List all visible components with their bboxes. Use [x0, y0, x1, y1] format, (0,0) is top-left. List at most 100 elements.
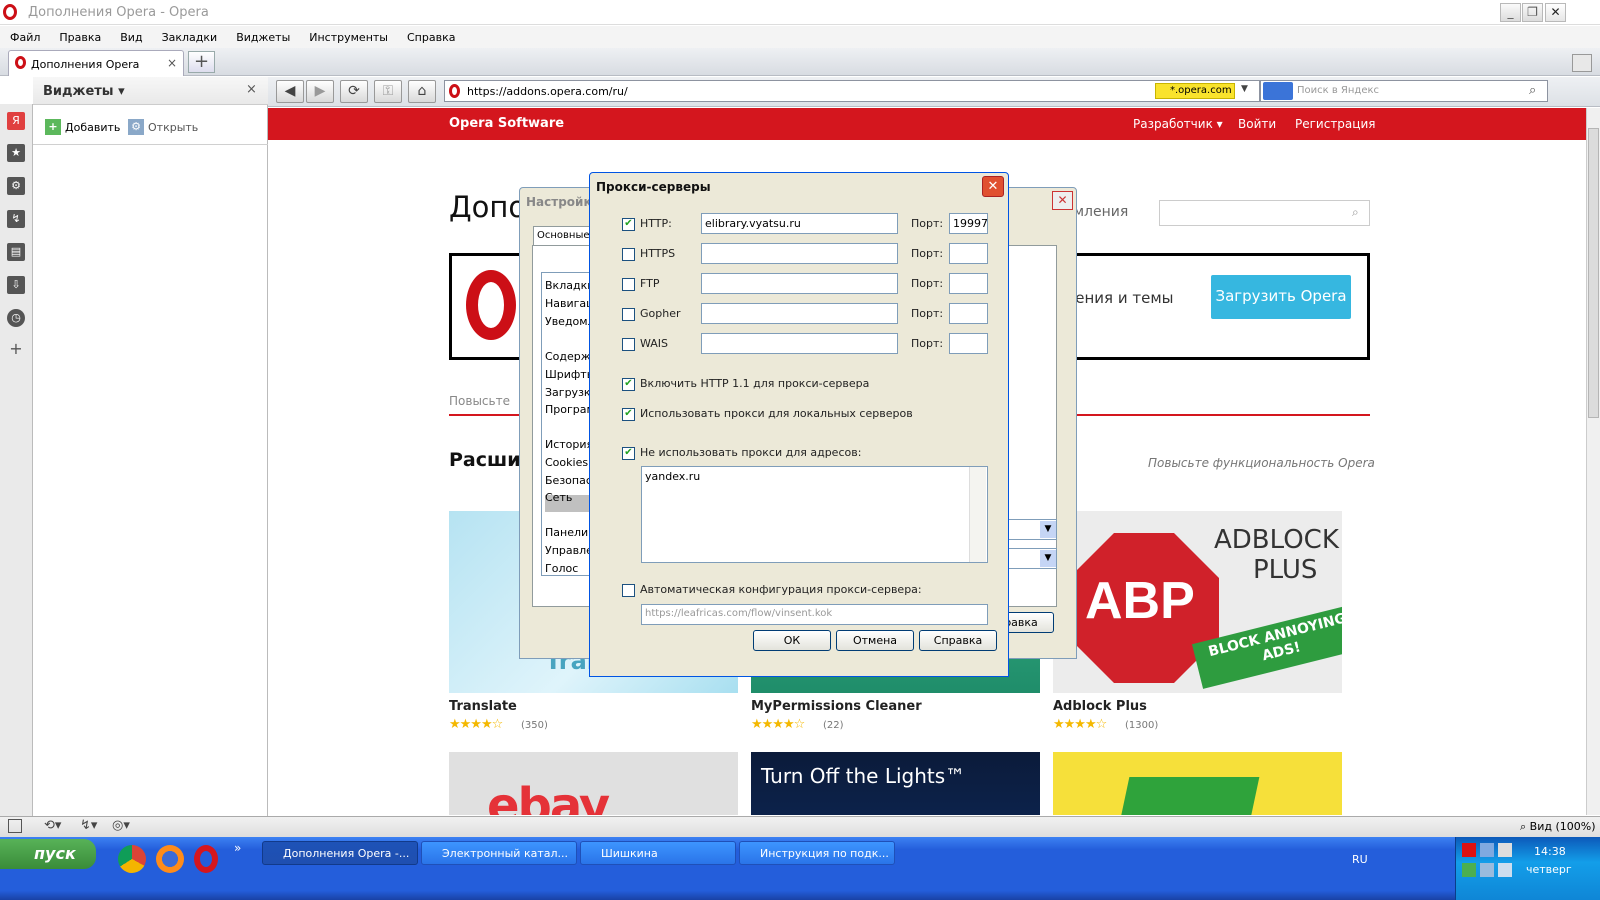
settings-category-list[interactable]: Вкладки Навигация Уведомления Содержимое…	[541, 272, 591, 576]
nav-login[interactable]: Войти	[1238, 117, 1276, 131]
widgets-panel-title[interactable]: Виджеты ▾	[43, 84, 125, 99]
card-adblock-image[interactable]: ABP ADBLOCK PLUS BLOCK ANNOYING ADS!	[1053, 511, 1342, 693]
gopher-port-field[interactable]	[949, 303, 988, 324]
ftp-host-field[interactable]	[701, 273, 898, 294]
reload-button[interactable]: ⟳	[340, 80, 368, 103]
monitor-icon[interactable]	[1480, 863, 1494, 877]
tray-app-icon[interactable]	[1498, 863, 1512, 877]
textarea-scrollbar[interactable]	[969, 467, 986, 562]
task-word-doc[interactable]: Инструкция по подк...	[739, 841, 895, 865]
address-dropdown-icon[interactable]: ▼	[1241, 84, 1248, 94]
agent-icon[interactable]	[1462, 863, 1476, 877]
menu-help[interactable]: Справка	[407, 31, 455, 44]
bookmarks-panel-icon[interactable]: ★	[7, 144, 25, 162]
tab-addons[interactable]: Дополнения Opera ×	[8, 50, 184, 76]
menu-view[interactable]: Вид	[120, 31, 142, 44]
exclude-checkbox[interactable]: ✔	[622, 447, 635, 460]
forward-button[interactable]: ▶	[306, 80, 334, 103]
wais-port-field[interactable]	[949, 333, 988, 354]
local-proxy-checkbox[interactable]: ✔	[622, 408, 635, 421]
add-widget-button[interactable]: + Добавить	[45, 119, 120, 135]
list-item[interactable]: Программы	[545, 403, 590, 416]
maximize-button[interactable]: ❐	[1522, 3, 1543, 22]
menu-file[interactable]: Файл	[10, 31, 40, 44]
autoconfig-url-field[interactable]: https://leafricas.com/flow/vinsent.kok	[641, 604, 988, 625]
wais-checkbox[interactable]	[622, 338, 635, 351]
language-indicator[interactable]: RU	[1352, 853, 1368, 866]
opera-icon[interactable]	[194, 845, 218, 873]
network-icon[interactable]	[1480, 843, 1494, 857]
menu-widgets[interactable]: Виджеты	[236, 31, 290, 44]
list-item[interactable]: Навигация	[545, 297, 590, 310]
wais-host-field[interactable]	[701, 333, 898, 354]
https-checkbox[interactable]	[622, 248, 635, 261]
open-widget-button[interactable]: ⚙ Открыть	[128, 119, 198, 135]
search-field[interactable]: Поиск в Яндекс ⌕	[1260, 80, 1548, 102]
settings-tab-main[interactable]: Основные	[533, 226, 593, 246]
http-port-field[interactable]: 19997	[949, 213, 988, 234]
page-scrollbar[interactable]	[1586, 108, 1600, 815]
https-port-field[interactable]	[949, 243, 988, 264]
menu-bookmarks[interactable]: Закладки	[162, 31, 218, 44]
start-button[interactable]: пуск	[0, 839, 96, 869]
nav-developer[interactable]: Разработчик ▾	[1133, 117, 1223, 131]
home-button[interactable]: ⌂	[408, 80, 436, 103]
tab-close-icon[interactable]: ×	[167, 56, 177, 70]
card-ebay-image[interactable]: ebay	[449, 752, 738, 815]
list-item[interactable]: Загрузки	[545, 386, 590, 399]
history-panel-icon[interactable]: ◷	[7, 309, 25, 327]
http-host-field[interactable]: elibrary.vyatsu.ru	[701, 213, 898, 234]
settings-close-icon[interactable]: ✕	[1052, 191, 1073, 210]
autoconfig-checkbox[interactable]	[622, 584, 635, 597]
close-window-button[interactable]: ✕	[1545, 3, 1566, 22]
ftp-checkbox[interactable]	[622, 278, 635, 291]
unite-icon[interactable]: ↯▾	[80, 818, 97, 833]
scrollbar-thumb[interactable]	[1588, 128, 1599, 418]
new-tab-button[interactable]: +	[188, 51, 215, 73]
minimize-button[interactable]: _	[1500, 3, 1521, 22]
card-turnoff-image[interactable]: Turn Off the Lights™	[751, 752, 1040, 815]
page-search-icon[interactable]: ⌕	[1352, 205, 1359, 220]
list-item[interactable]: Управление	[545, 544, 590, 557]
menu-edit[interactable]: Правка	[59, 31, 101, 44]
quicklaunch-more-icon[interactable]: »	[234, 841, 241, 855]
gopher-host-field[interactable]	[701, 303, 898, 324]
address-field[interactable]: https://addons.opera.com/ru/ *.opera.com…	[444, 80, 1260, 102]
yandex-search-icon[interactable]	[1263, 82, 1293, 100]
turbo-icon[interactable]: ◎▾	[112, 818, 130, 833]
cancel-button[interactable]: Отмена	[836, 630, 914, 651]
promo-tab[interactable]: Повысьте	[449, 394, 510, 408]
download-opera-button[interactable]: Загрузить Opera	[1211, 275, 1351, 319]
menu-tools[interactable]: Инструменты	[309, 31, 388, 44]
yandex-panel-icon[interactable]: Я	[7, 112, 25, 130]
kaspersky-icon[interactable]	[1462, 843, 1476, 857]
card-name[interactable]: MyPermissions Cleaner	[751, 699, 922, 714]
list-item[interactable]: Содержимое	[545, 350, 590, 363]
list-item-selected[interactable]: Сеть	[545, 491, 572, 504]
help-button[interactable]: Справка	[919, 630, 997, 651]
list-item[interactable]: Cookies	[545, 456, 588, 469]
list-item[interactable]: Панели	[545, 526, 588, 539]
card-name[interactable]: Adblock Plus	[1053, 699, 1147, 714]
panel-toggle-icon[interactable]	[8, 819, 22, 833]
panel-close-icon[interactable]: ×	[246, 82, 257, 97]
list-item[interactable]: Шрифты	[545, 368, 590, 381]
list-item[interactable]: Уведомления	[545, 315, 590, 328]
task-folder[interactable]: Шишкина	[580, 841, 736, 865]
list-item[interactable]: История	[545, 438, 590, 451]
task-catalog[interactable]: Электронный катал...	[421, 841, 577, 865]
volume-icon[interactable]	[1498, 843, 1512, 857]
downloads-panel-icon[interactable]: ⇩	[7, 276, 25, 294]
search-icon[interactable]: ⌕	[1529, 83, 1536, 98]
notes-panel-icon[interactable]: ▤	[7, 243, 25, 261]
trash-icon[interactable]	[1572, 54, 1592, 72]
http-checkbox[interactable]: ✔	[622, 218, 635, 231]
sync-icon[interactable]: ⟲▾	[44, 818, 61, 833]
widgets-panel-icon[interactable]: ⚙	[7, 177, 25, 195]
list-item[interactable]: Безопасность	[545, 474, 590, 487]
key-icon[interactable]: ⚿	[374, 80, 402, 103]
https-host-field[interactable]	[701, 243, 898, 264]
http11-checkbox[interactable]: ✔	[622, 378, 635, 391]
security-badge[interactable]: *.opera.com	[1155, 83, 1235, 99]
back-button[interactable]: ◀	[276, 80, 304, 103]
